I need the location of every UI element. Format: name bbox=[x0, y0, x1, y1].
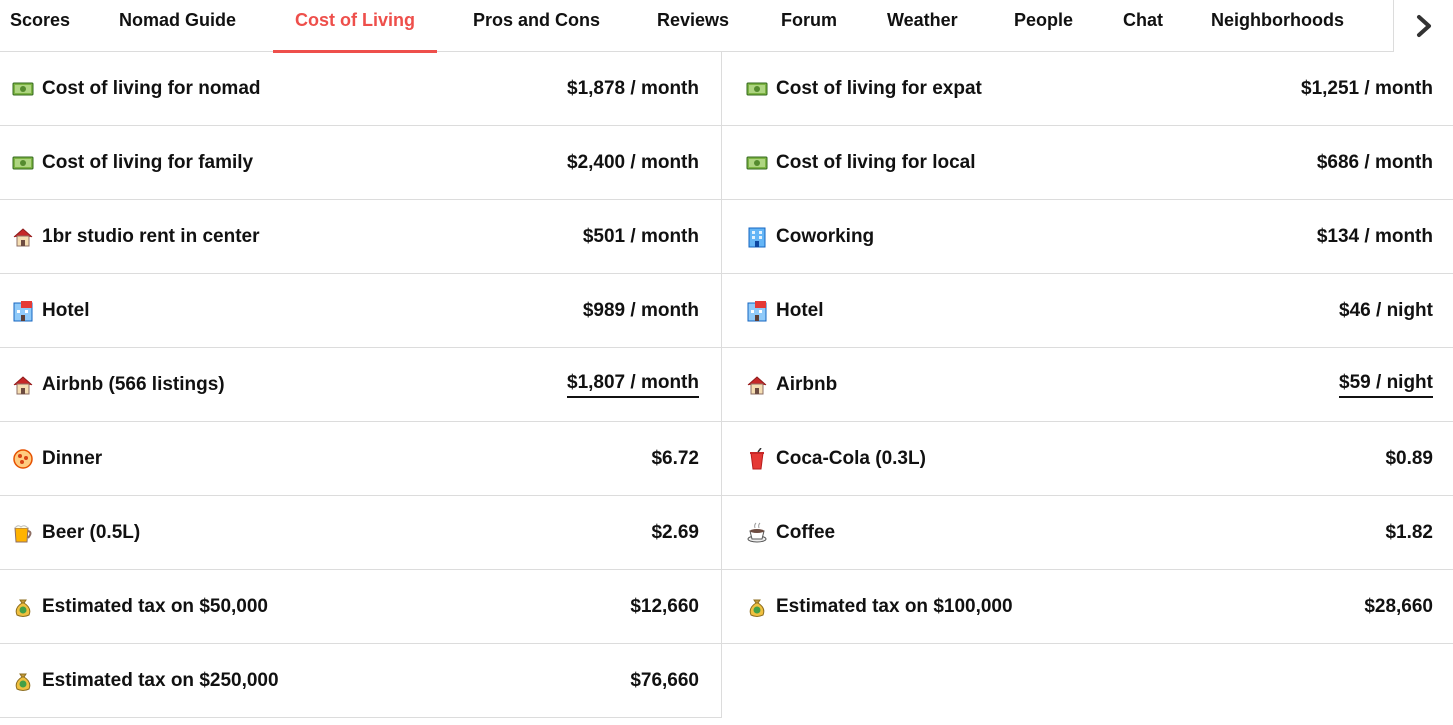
table-row: Beer (0.5L) $2.69 bbox=[0, 496, 722, 570]
table-row: Cost of living for family $2,400 / month bbox=[0, 126, 722, 200]
table-row: Estimated tax on $50,000 $12,660 bbox=[0, 570, 722, 644]
hotel-icon bbox=[12, 300, 34, 322]
tabs-next-button[interactable] bbox=[1393, 0, 1453, 52]
table-row: Cost of living for nomad $1,878 / month bbox=[0, 52, 722, 126]
row-label: Coworking bbox=[776, 226, 875, 247]
tab-pros-and-cons[interactable]: Pros and Cons bbox=[473, 0, 600, 52]
table-row: Coca-Cola (0.3L) $0.89 bbox=[722, 422, 1453, 496]
table-row: Coffee $1.82 bbox=[722, 496, 1453, 570]
pizza-icon bbox=[12, 448, 34, 470]
table-row: Estimated tax on $100,000 $28,660 bbox=[722, 570, 1453, 644]
money-bag-icon bbox=[12, 596, 34, 618]
row-label: Airbnb bbox=[776, 374, 838, 395]
tab-chat[interactable]: Chat bbox=[1123, 0, 1163, 52]
row-label: Coca-Cola (0.3L) bbox=[776, 448, 926, 469]
row-value: $12,660 bbox=[630, 596, 699, 617]
row-value: $1,878 / month bbox=[567, 78, 699, 99]
row-label: Airbnb (566 listings) bbox=[42, 374, 225, 395]
row-label: Cost of living for family bbox=[42, 152, 254, 173]
house-icon bbox=[12, 226, 34, 248]
tab-nomad-guide[interactable]: Nomad Guide bbox=[119, 0, 236, 52]
money-icon bbox=[746, 78, 768, 100]
row-label: Estimated tax on $100,000 bbox=[776, 596, 1013, 617]
row-value: $28,660 bbox=[1364, 596, 1433, 617]
row-value: $686 / month bbox=[1316, 152, 1433, 173]
row-value: $2.69 bbox=[651, 522, 699, 543]
row-label: Estimated tax on $250,000 bbox=[42, 670, 279, 691]
house-icon bbox=[12, 374, 34, 396]
hotel-icon bbox=[746, 300, 768, 322]
row-label: Hotel bbox=[42, 300, 90, 321]
row-label: Cost of living for nomad bbox=[42, 78, 261, 99]
row-label: Hotel bbox=[776, 300, 824, 321]
tab-people[interactable]: People bbox=[1014, 0, 1073, 52]
money-icon bbox=[746, 152, 768, 174]
coffee-icon bbox=[746, 522, 768, 544]
row-value: $989 / month bbox=[582, 300, 699, 321]
row-value: $1,251 / month bbox=[1301, 78, 1433, 99]
chevron-right-icon bbox=[1416, 15, 1431, 37]
table-row: 1br studio rent in center $501 / month bbox=[0, 200, 722, 274]
money-icon bbox=[12, 78, 34, 100]
house-icon bbox=[746, 374, 768, 396]
tab-cost-of-living[interactable]: Cost of Living bbox=[273, 0, 437, 53]
row-value: $0.89 bbox=[1385, 448, 1433, 469]
table-row: Cost of living for expat $1,251 / month bbox=[722, 52, 1453, 126]
table-row: Dinner $6.72 bbox=[0, 422, 722, 496]
tab-scores[interactable]: Scores bbox=[10, 0, 70, 52]
table-row: Hotel $989 / month bbox=[0, 274, 722, 348]
office-building-icon bbox=[746, 226, 768, 248]
airbnb-month-link[interactable]: $1,807 / month bbox=[567, 372, 699, 398]
airbnb-night-link[interactable]: $59 / night bbox=[1339, 372, 1433, 398]
money-bag-icon bbox=[746, 596, 768, 618]
row-label: Coffee bbox=[776, 522, 836, 543]
table-row: Hotel $46 / night bbox=[722, 274, 1453, 348]
row-value: $1.82 bbox=[1385, 522, 1433, 543]
row-label: Cost of living for local bbox=[776, 152, 976, 173]
row-label: 1br studio rent in center bbox=[42, 226, 260, 247]
row-label: Cost of living for expat bbox=[776, 78, 982, 99]
cup-with-straw-icon bbox=[746, 448, 768, 470]
table-row: Airbnb $59 / night bbox=[722, 348, 1453, 422]
tab-reviews[interactable]: Reviews bbox=[657, 0, 729, 52]
table-row: Coworking $134 / month bbox=[722, 200, 1453, 274]
tab-weather[interactable]: Weather bbox=[887, 0, 958, 52]
table-row: Estimated tax on $250,000 $76,660 bbox=[0, 644, 722, 718]
row-value: $76,660 bbox=[630, 670, 699, 691]
table-row: Cost of living for local $686 / month bbox=[722, 126, 1453, 200]
tab-bar: Scores Nomad Guide Cost of Living Pros a… bbox=[0, 0, 1453, 53]
row-label: Beer (0.5L) bbox=[42, 522, 141, 543]
tab-forum[interactable]: Forum bbox=[781, 0, 837, 52]
row-value: $46 / night bbox=[1339, 300, 1433, 321]
row-value: $134 / month bbox=[1316, 226, 1433, 247]
table-row: Airbnb (566 listings) $1,807 / month bbox=[0, 348, 722, 422]
row-label: Estimated tax on $50,000 bbox=[42, 596, 268, 617]
money-bag-icon bbox=[12, 670, 34, 692]
beer-icon bbox=[12, 522, 34, 544]
row-value: $501 / month bbox=[582, 226, 699, 247]
row-value: $2,400 / month bbox=[567, 152, 699, 173]
row-value: $6.72 bbox=[651, 448, 699, 469]
row-label: Dinner bbox=[42, 448, 103, 469]
money-icon bbox=[12, 152, 34, 174]
tab-neighborhoods[interactable]: Neighborhoods bbox=[1211, 0, 1344, 52]
